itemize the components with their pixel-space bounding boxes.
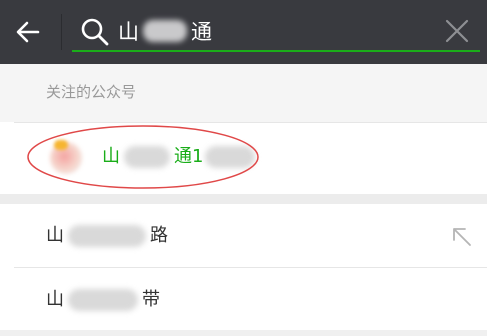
row-divider [14,122,487,123]
fill-search-arrow-icon[interactable] [451,226,473,248]
bottom-divider [0,330,487,336]
search-suggestion-item[interactable]: 山带 [0,268,487,332]
back-arrow-icon[interactable] [12,16,44,48]
suggestion-prefix: 山 [46,225,64,246]
suggestion-suffix: 路 [150,225,168,246]
suggestion-suffix: 带 [142,289,160,310]
search-suggestion-item[interactable]: 山路 [0,204,487,268]
redacted-blur [68,289,138,311]
toolbar-divider [61,14,62,50]
search-toolbar: 山通 [0,0,487,64]
section-header: 关注的公众号 [0,64,487,122]
suggestion-text: 山路 [46,224,168,248]
redacted-blur [68,225,146,247]
search-query-suffix: 通 [191,20,212,44]
annotation-ellipse [27,125,259,189]
redacted-blur [143,20,187,42]
clear-icon[interactable] [444,18,470,44]
section-gap [0,194,487,204]
search-icon [81,18,109,46]
suggestion-prefix: 山 [46,289,64,310]
search-input[interactable]: 山通 [118,16,212,48]
suggestion-text: 山带 [46,288,160,312]
search-query-prefix: 山 [118,20,139,44]
section-title: 关注的公众号 [46,83,137,101]
search-input-underline [72,50,480,52]
